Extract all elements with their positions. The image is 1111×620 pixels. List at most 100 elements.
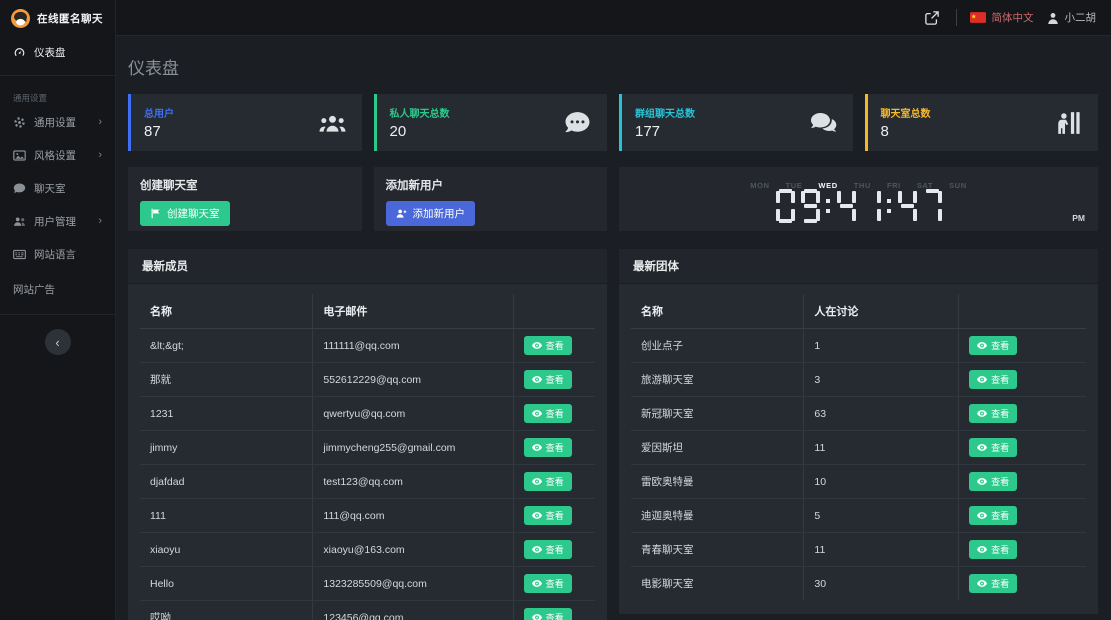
sidebar-item-通用设置[interactable]: 通用设置› (0, 106, 115, 139)
member-name-cell: 111 (140, 499, 313, 533)
member-name-cell: 那就 (140, 363, 313, 397)
view-button[interactable]: 查看 (969, 506, 1017, 525)
sidebar-item-label: 通用设置 (34, 115, 76, 130)
column-header: 名称 (631, 294, 804, 329)
comments-icon (810, 111, 837, 135)
eye-icon (977, 580, 987, 587)
brand[interactable]: 在线匿名聊天 (0, 0, 115, 36)
eye-icon (977, 342, 987, 349)
view-button-label: 查看 (546, 509, 564, 522)
view-button[interactable]: 查看 (524, 336, 572, 355)
view-button[interactable]: 查看 (524, 472, 572, 491)
stat-card-私人聊天总数: 私人聊天总数20 (374, 94, 608, 151)
create-room-button[interactable]: 创建聊天室 (140, 201, 230, 226)
view-button[interactable]: 查看 (969, 404, 1017, 423)
user-icon (1047, 12, 1059, 24)
chat-room-icon (13, 182, 26, 195)
eye-icon (977, 512, 987, 519)
view-button[interactable]: 查看 (524, 608, 572, 620)
eye-icon (532, 410, 542, 417)
tables-row: 最新成员 名称电子邮件 &lt;&gt;111111@qq.com查看那就552… (128, 249, 1098, 620)
sidebar-item-label: 聊天室 (34, 181, 66, 196)
table-row: &lt;&gt;111111@qq.com查看 (140, 329, 595, 363)
table-row: xiaoyuxiaoyu@163.com查看 (140, 533, 595, 567)
member-email-cell: 1323285509@qq.com (313, 567, 513, 601)
sidebar-item-网站语言[interactable]: 网站语言 (0, 238, 115, 271)
view-button[interactable]: 查看 (524, 540, 572, 559)
view-button[interactable]: 查看 (524, 404, 572, 423)
view-button[interactable]: 查看 (524, 574, 572, 593)
column-header (513, 294, 595, 329)
eye-icon (977, 478, 987, 485)
sidebar-item-聊天室[interactable]: 聊天室 (0, 172, 115, 205)
group-name-cell: 旅游聊天室 (631, 363, 804, 397)
eye-icon (532, 342, 542, 349)
group-name-cell: 青春聊天室 (631, 533, 804, 567)
member-action-cell: 查看 (513, 601, 595, 620)
add-user-button[interactable]: 添加新用户 (386, 201, 476, 226)
view-button[interactable]: 查看 (969, 472, 1017, 491)
stat-card-群组聊天总数: 群组聊天总数177 (619, 94, 853, 151)
eye-icon (532, 478, 542, 485)
view-button[interactable]: 查看 (969, 540, 1017, 559)
member-action-cell: 查看 (513, 363, 595, 397)
view-button[interactable]: 查看 (524, 438, 572, 457)
language-label: 简体中文 (992, 10, 1034, 25)
eye-icon (977, 546, 987, 553)
stat-meta: 私人聊天总数20 (390, 105, 450, 140)
view-button-label: 查看 (546, 441, 564, 454)
eye-icon (532, 614, 542, 620)
groups-table: 名称人在讨论 创业点子1查看旅游聊天室3查看新冠聊天室63查看爱因斯坦11查看雷… (631, 294, 1086, 600)
sidebar-item-风格设置[interactable]: 风格设置› (0, 139, 115, 172)
eye-icon (977, 444, 987, 451)
members-table: 名称电子邮件 &lt;&gt;111111@qq.com查看那就55261222… (140, 294, 595, 620)
table-row: 青春聊天室11 查看 (631, 533, 1086, 567)
sidebar-item-仪表盘[interactable]: 仪表盘 (0, 36, 115, 69)
group-action-cell: 查看 (959, 533, 1086, 567)
sidebar-item-label: 用户管理 (34, 214, 76, 229)
group-count-cell: 11 (804, 533, 959, 567)
group-count-cell: 1 (804, 329, 959, 363)
person-booth-icon (1055, 111, 1082, 135)
stat-value: 87 (144, 123, 174, 140)
column-header (959, 294, 1086, 329)
app-logo-icon (11, 9, 30, 28)
main: 简体中文 小二胡 仪表盘 总用户87私人聊天总数20群组聊天总数177聊天室总数… (116, 0, 1111, 620)
member-email-cell: test123@qq.com (313, 465, 513, 499)
group-action-cell: 查看 (959, 329, 1086, 363)
sidebar-item-网站广告[interactable]: 网站广告 (0, 271, 115, 308)
view-button[interactable]: 查看 (524, 506, 572, 525)
group-name-cell: 创业点子 (631, 329, 804, 363)
view-button[interactable]: 查看 (969, 574, 1017, 593)
external-link-button[interactable] (921, 7, 943, 29)
sidebar-item-用户管理[interactable]: 用户管理› (0, 205, 115, 238)
view-button-label: 查看 (546, 577, 564, 590)
eye-icon (532, 546, 542, 553)
group-name-cell: 新冠聊天室 (631, 397, 804, 431)
add-user-panel: 添加新用户 添加新用户 (374, 167, 608, 231)
member-name-cell: jimmy (140, 431, 313, 465)
page-title: 仪表盘 (128, 54, 1098, 79)
table-row: djafdadtest123@qq.com查看 (140, 465, 595, 499)
app: 在线匿名聊天 仪表盘通用设置通用设置›风格设置› 聊天室用户管理›网站语言网站广告… (0, 0, 1111, 620)
member-name-cell: Hello (140, 567, 313, 601)
view-button[interactable]: 查看 (969, 370, 1017, 389)
sidebar-collapse-button[interactable]: ‹ (45, 329, 71, 355)
language-icon (13, 248, 26, 261)
member-email-cell: jimmycheng255@gmail.com (313, 431, 513, 465)
clock-digit (801, 189, 820, 223)
member-email-cell: 552612229@qq.com (313, 363, 513, 397)
view-button[interactable]: 查看 (969, 438, 1017, 457)
member-name-cell: 1231 (140, 397, 313, 431)
stats-row: 总用户87私人聊天总数20群组聊天总数177聊天室总数8 (128, 94, 1098, 151)
view-button-label: 查看 (991, 339, 1009, 352)
user-menu[interactable]: 小二胡 (1047, 10, 1097, 25)
language-selector[interactable]: 简体中文 (970, 10, 1034, 25)
view-button[interactable]: 查看 (969, 336, 1017, 355)
stat-value: 8 (881, 123, 931, 140)
table-row: 那就552612229@qq.com 查看 (140, 363, 595, 397)
member-name-cell: &lt;&gt; (140, 329, 313, 363)
stat-meta: 聊天室总数8 (881, 105, 931, 140)
view-button[interactable]: 查看 (524, 370, 572, 389)
sidebar-item-label: 仪表盘 (34, 45, 66, 60)
